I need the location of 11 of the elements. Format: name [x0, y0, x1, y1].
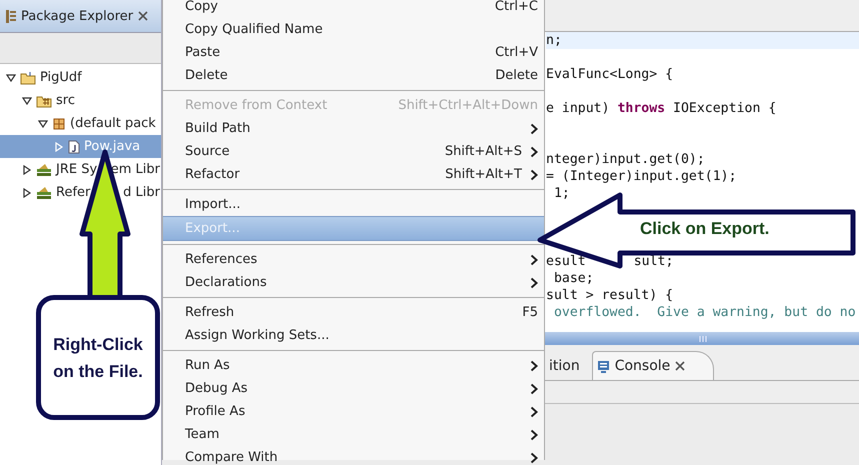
code-line: sult > result) {: [546, 287, 674, 304]
callout-box: Right-Click on the File.: [36, 295, 160, 420]
code-line: nteger)input.get(0);: [546, 151, 706, 168]
code-line: esult sult;: [546, 253, 674, 270]
code-line: e input) throws IOException {: [546, 100, 778, 117]
code-line: EvalFunc<Long> {: [546, 66, 674, 83]
code-line: = (Integer)input.get(1);: [546, 168, 738, 185]
code-line: 1;: [552, 185, 571, 202]
code-line: overflowed. Give a warning, but do no: [552, 304, 857, 321]
callout-text: Click on Export.: [640, 219, 770, 239]
code-line: base;: [552, 270, 595, 287]
